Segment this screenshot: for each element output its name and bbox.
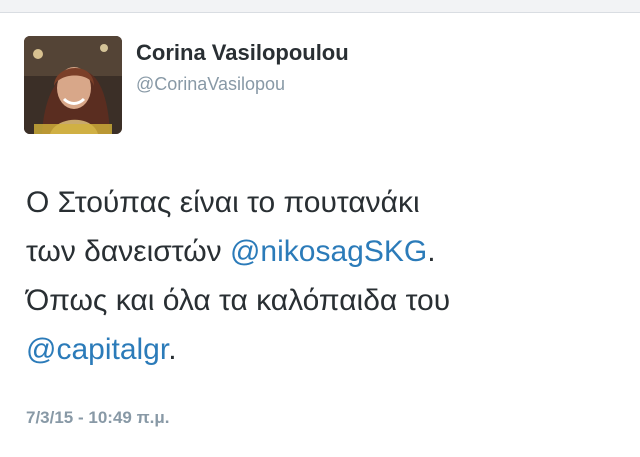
mention-capitalgr-link[interactable]: @capitalgr — [26, 333, 168, 366]
tweet-card: Corina Vasilopoulou @CorinaVasilopou Ο Σ… — [0, 13, 640, 457]
tweet-line-1: Ο Στούπας είναι το πουτανάκι — [26, 186, 420, 219]
avatar-photo — [24, 36, 122, 134]
avatar[interactable] — [24, 36, 122, 134]
tweet-line-2-punctuation: . — [427, 235, 436, 268]
tweet-line-4-punctuation: . — [168, 333, 177, 366]
tweet-timestamp[interactable]: 7/3/15 - 10:49 π.μ. — [26, 408, 169, 428]
author-handle[interactable]: @CorinaVasilopou — [136, 74, 285, 95]
mention-nikosagskg-link[interactable]: @nikosagSKG — [230, 235, 427, 268]
tweet-date: 7/3/15 — [26, 408, 74, 427]
tweet-time: 10:49 π.μ. — [88, 408, 170, 427]
timestamp-separator: - — [73, 408, 89, 427]
author-name[interactable]: Corina Vasilopoulou — [136, 40, 349, 66]
tweet-line-3: Όπως και όλα τα καλόπαιδα του — [26, 284, 451, 317]
tweet-line-2-text: των δανειστών — [26, 235, 230, 268]
tweet-line-4: @capitalgr. — [26, 325, 626, 374]
tweet-line-2: των δανειστών @nikosagSKG. — [26, 227, 626, 276]
top-divider — [0, 0, 640, 13]
tweet-text: Ο Στούπας είναι το πουτανάκι των δανειστ… — [26, 178, 626, 374]
